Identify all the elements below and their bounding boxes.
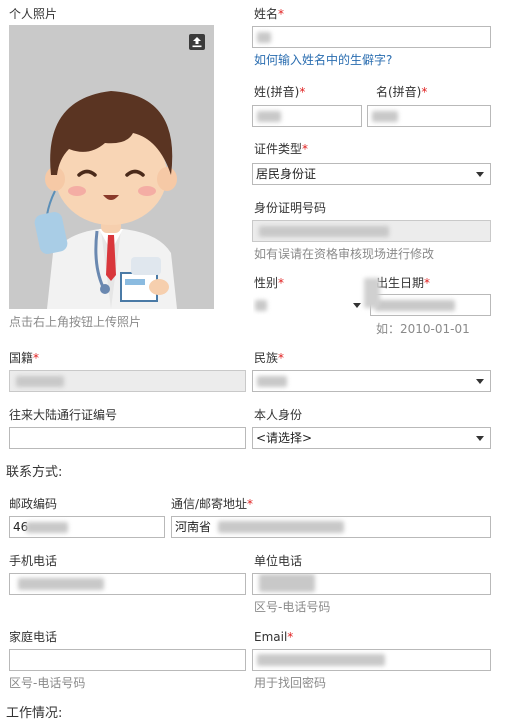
postal-code-input[interactable]: 46 [9,516,165,538]
nationality-field [9,370,246,392]
postal-code-label: 邮政编码 [9,497,58,511]
home-phone-input[interactable] [9,649,246,671]
identity-select[interactable]: <请选择> [252,427,491,449]
email-hint: 用于找回密码 [254,676,327,690]
birth-date-label: 出生日期* [376,276,431,290]
email-input[interactable] [252,649,491,671]
upload-icon [192,37,202,48]
surname-pinyin-label: 姓(拼音)* [254,85,306,99]
name-label: 姓名* [254,7,285,21]
given-pinyin-input[interactable] [367,105,491,127]
id-type-label: 证件类型* [254,142,309,156]
doctor-illustration [34,91,177,309]
contact-section-title: 联系方式: [6,465,63,480]
rare-character-help-link[interactable]: 如何输入姓名中的生僻字? [254,53,392,67]
id-number-field [252,220,491,242]
birth-date-input[interactable] [370,294,491,316]
birth-date-hint: 如：2010-01-01 [376,322,470,336]
address-input[interactable]: 河南省 [171,516,491,538]
given-pinyin-label: 名(拼音)* [376,85,428,99]
ethnicity-label: 民族* [254,351,285,365]
id-number-hint: 如有误请在资格审核现场进行修改 [254,247,435,261]
mobile-label: 手机电话 [9,554,58,568]
upload-photo-button[interactable] [189,34,205,50]
photo-hint: 点击右上角按钮上传照片 [9,315,142,329]
gender-select[interactable] [252,294,368,316]
home-phone-hint: 区号-电话号码 [9,676,86,690]
mainland-permit-label: 往来大陆通行证编号 [9,408,118,422]
mainland-permit-input[interactable] [9,427,246,449]
address-label: 通信/邮寄地址* [171,497,254,511]
work-phone-hint: 区号-电话号码 [254,600,331,614]
id-type-select[interactable]: 居民身份证 [252,163,491,185]
work-phone-input[interactable] [252,573,491,595]
ethnicity-select[interactable] [252,370,491,392]
surname-pinyin-input[interactable] [252,105,362,127]
email-label: Email* [254,630,294,644]
identity-label: 本人身份 [254,408,303,422]
nationality-label: 国籍* [9,351,40,365]
home-phone-label: 家庭电话 [9,630,58,644]
work-section-title: 工作情况: [6,706,63,721]
mobile-input[interactable] [9,573,246,595]
id-number-label: 身份证明号码 [254,201,327,215]
photo-label: 个人照片 [9,7,58,21]
gender-label: 性别* [254,276,285,290]
work-phone-label: 单位电话 [254,554,303,568]
avatar-photo [9,25,214,309]
name-input[interactable] [252,26,491,48]
